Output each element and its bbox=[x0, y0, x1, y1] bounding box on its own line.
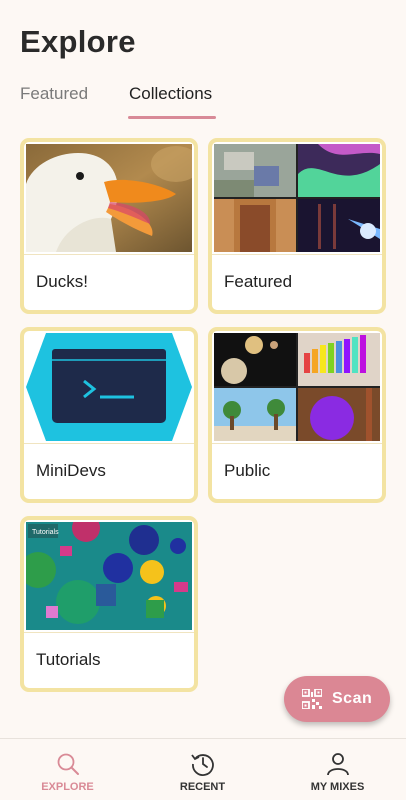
active-tab-indicator bbox=[128, 116, 216, 119]
history-icon bbox=[191, 754, 214, 776]
bottom-navigation: EXPLORE RECENT MY MIXES bbox=[0, 738, 406, 800]
scan-label: Scan bbox=[332, 690, 373, 707]
collection-label-public: Public bbox=[224, 461, 271, 480]
nav-explore[interactable]: EXPLORE bbox=[0, 739, 135, 800]
nav-explore-label: EXPLORE bbox=[41, 781, 94, 793]
collection-card-tutorials[interactable]: Tutorials Tutorials bbox=[20, 516, 198, 692]
collection-label-ducks: Ducks! bbox=[36, 272, 88, 291]
nav-my-mixes-label: MY MIXES bbox=[310, 781, 365, 793]
collection-card-featured[interactable]: Featured bbox=[208, 138, 386, 314]
tab-collections[interactable]: Collections bbox=[129, 84, 212, 104]
nav-recent[interactable]: RECENT bbox=[135, 739, 270, 800]
public-thumbnail bbox=[214, 333, 380, 441]
tutorials-thumb-caption: Tutorials bbox=[32, 529, 59, 536]
tutorials-thumbnail: Tutorials bbox=[26, 522, 192, 630]
collection-card-minidevs[interactable]: MiniDevs bbox=[20, 327, 198, 503]
tab-featured[interactable]: Featured bbox=[20, 84, 88, 104]
search-icon bbox=[57, 753, 79, 775]
nav-my-mixes[interactable]: MY MIXES bbox=[270, 739, 405, 800]
collection-label-tutorials: Tutorials bbox=[36, 650, 101, 669]
tab-bar: Featured Collections bbox=[20, 84, 406, 120]
featured-thumbnail bbox=[214, 144, 380, 252]
collection-card-ducks[interactable]: Ducks! bbox=[20, 138, 198, 314]
minidevs-thumbnail bbox=[26, 333, 192, 441]
scan-button[interactable]: Scan bbox=[284, 676, 390, 722]
qr-code-icon bbox=[302, 689, 322, 709]
collection-label-minidevs: MiniDevs bbox=[36, 461, 106, 480]
page-title: Explore bbox=[20, 24, 136, 59]
person-icon bbox=[327, 753, 349, 776]
collection-card-public[interactable]: Public bbox=[208, 327, 386, 503]
ducks-thumbnail bbox=[26, 144, 192, 252]
collection-label-featured: Featured bbox=[224, 272, 293, 291]
nav-recent-label: RECENT bbox=[179, 781, 226, 793]
